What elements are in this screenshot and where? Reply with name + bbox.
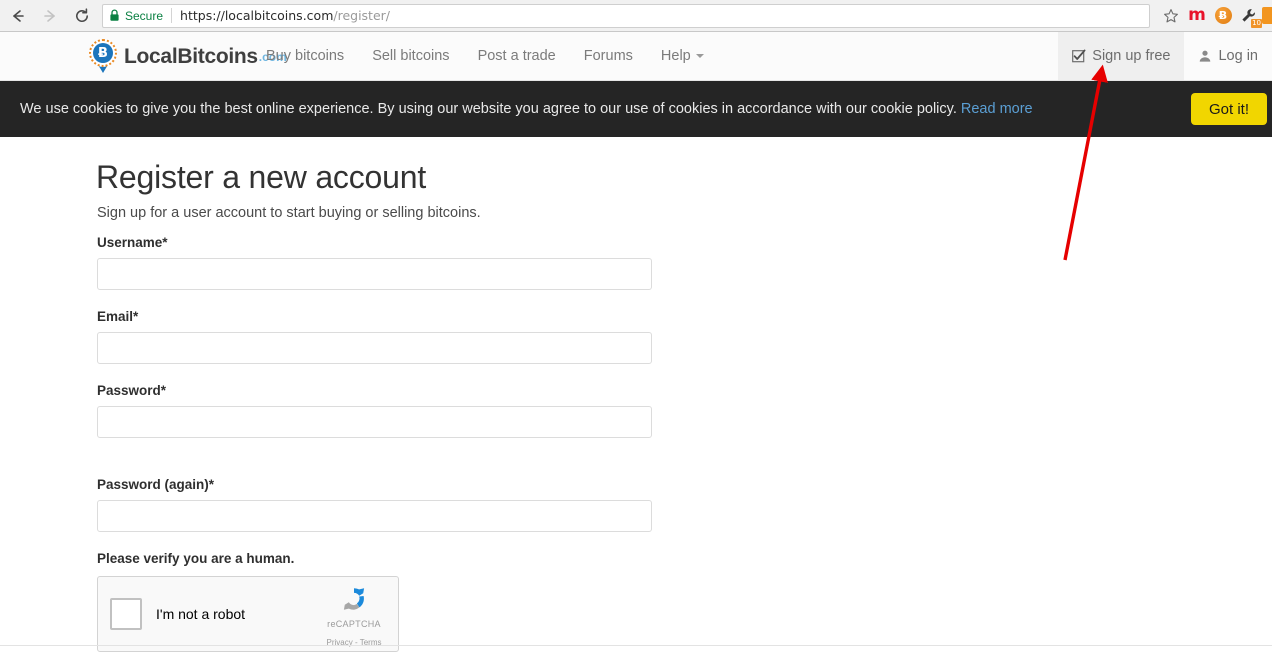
cookie-message-text: We use cookies to give you the best onli… — [20, 101, 957, 117]
wrench-extension-icon[interactable]: 10 — [1236, 3, 1262, 29]
site-navbar: Ƀ LocalBitcoins .com Buy bitcoins Sell b… — [0, 32, 1272, 81]
cookie-accept-button[interactable]: Got it! — [1191, 93, 1268, 125]
url-text: https://localbitcoins.com/register/ — [180, 8, 390, 23]
cookie-read-more-link[interactable]: Read more — [961, 101, 1033, 117]
omnibox-divider — [171, 8, 173, 23]
cookie-consent-banner: We use cookies to give you the best onli… — [0, 81, 1272, 137]
nav-help-label: Help — [660, 48, 691, 64]
lock-icon — [109, 9, 120, 22]
m-extension-icon[interactable]: m — [1184, 3, 1210, 29]
primary-nav: Buy bitcoins Sell bitcoins Post a trade … — [252, 32, 718, 80]
star-icon[interactable] — [1160, 5, 1182, 27]
auth-nav: Sign up free Log in — [1058, 32, 1272, 80]
recaptcha-checkbox-label: I'm not a robot — [156, 606, 246, 622]
recaptcha-widget[interactable]: I'm not a robot reCAPTCHA Privacy - Term… — [97, 576, 399, 652]
field-group-password: Password* — [97, 383, 652, 438]
password-again-input[interactable] — [97, 500, 652, 532]
field-group-username: Username* — [97, 235, 652, 290]
chevron-down-icon — [695, 54, 704, 59]
email-label: Email* — [97, 309, 139, 324]
nav-buy-bitcoins[interactable]: Buy bitcoins — [252, 32, 358, 80]
address-bar[interactable]: Secure https://localbitcoins.com/registe… — [102, 3, 1150, 28]
browser-toolbar: Secure https://localbitcoins.com/registe… — [0, 0, 1272, 32]
orange-extension-icon[interactable] — [1262, 3, 1272, 29]
extension-toolbar: m Ƀ 10 — [1184, 0, 1272, 32]
bitcoin-extension-icon[interactable]: Ƀ — [1210, 3, 1236, 29]
username-input[interactable] — [97, 258, 652, 290]
nav-forums[interactable]: Forums — [570, 32, 647, 80]
captcha-label: Please verify you are a human. — [97, 551, 295, 566]
page-title: Register a new account — [96, 159, 427, 195]
page-bottom-divider — [0, 645, 1272, 646]
username-label: Username* — [97, 235, 168, 250]
secure-label: Secure — [125, 8, 164, 23]
email-input[interactable] — [97, 332, 652, 364]
reload-icon[interactable] — [68, 2, 96, 30]
forward-arrow-icon[interactable] — [36, 2, 64, 30]
extension-badge-count: 10 — [1251, 18, 1262, 28]
nav-post-a-trade[interactable]: Post a trade — [464, 32, 570, 80]
back-arrow-icon[interactable] — [4, 2, 32, 30]
logo-wordmark: LocalBitcoins — [124, 45, 258, 68]
checkbox-check-icon — [1072, 49, 1086, 63]
recaptcha-brand-name: reCAPTCHA — [327, 619, 381, 629]
login-label: Log in — [1218, 48, 1258, 64]
recaptcha-branding: reCAPTCHA Privacy - Terms — [318, 584, 390, 650]
localbitcoins-pin-icon: Ƀ — [88, 39, 118, 75]
password-input[interactable] — [97, 406, 652, 438]
signup-free-button[interactable]: Sign up free — [1058, 32, 1185, 80]
bitcoin-b-icon: Ƀ — [93, 43, 113, 63]
field-group-password-again: Password (again)* — [97, 477, 652, 532]
nav-sell-bitcoins[interactable]: Sell bitcoins — [358, 32, 463, 80]
cookie-message: We use cookies to give you the best onli… — [20, 101, 1033, 117]
password-label: Password* — [97, 383, 167, 398]
user-icon — [1198, 49, 1212, 63]
field-group-captcha: Please verify you are a human. I'm not a… — [97, 551, 399, 652]
url-path: /register/ — [333, 8, 391, 23]
password-again-label: Password (again)* — [97, 477, 215, 492]
recaptcha-checkbox[interactable] — [110, 598, 142, 630]
login-button[interactable]: Log in — [1184, 32, 1272, 80]
signup-free-label: Sign up free — [1092, 48, 1171, 64]
nav-help[interactable]: Help — [647, 32, 718, 80]
field-group-email: Email* — [97, 309, 652, 364]
page-subtitle: Sign up for a user account to start buyi… — [97, 205, 481, 221]
url-domain: https://localbitcoins.com — [180, 8, 334, 23]
recaptcha-logo-icon — [343, 588, 365, 610]
